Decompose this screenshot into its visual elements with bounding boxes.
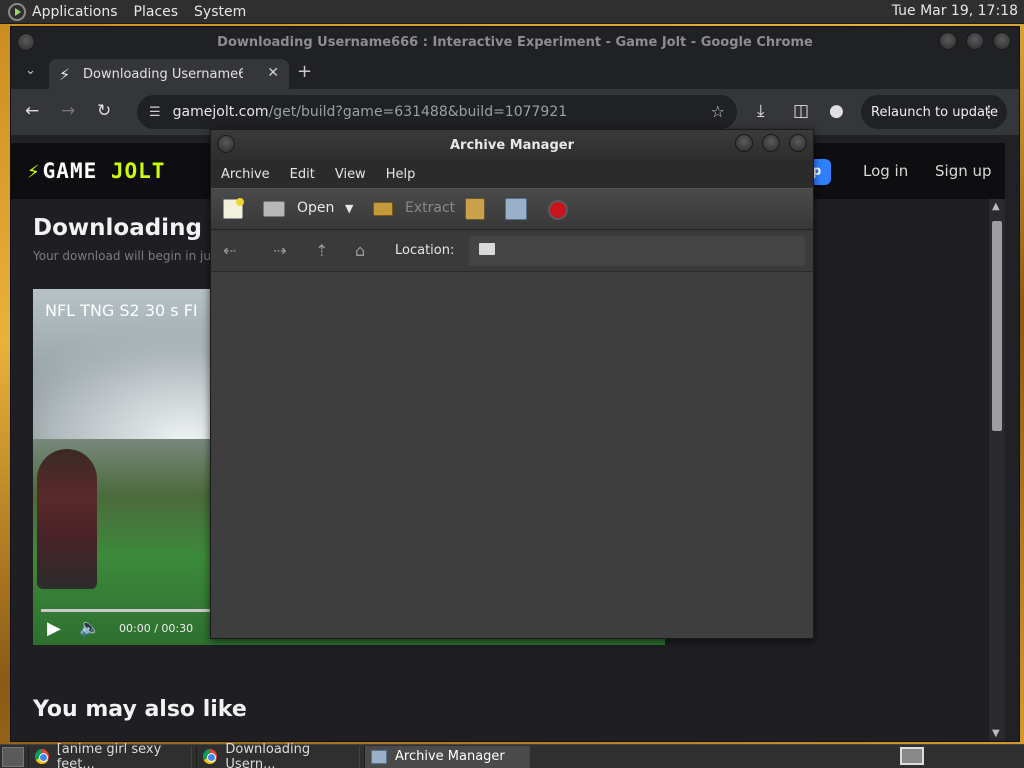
menu-applications[interactable]: Applications xyxy=(32,4,118,20)
archive-back-icon[interactable]: ⇠ xyxy=(223,241,236,260)
task-label: Archive Manager xyxy=(395,749,505,764)
menu-places[interactable]: Places xyxy=(134,4,179,20)
archive-toolbar: Open ▼ Extract xyxy=(211,188,813,230)
url-path: /get/build?game=631488&build=1077921 xyxy=(268,104,568,120)
archive-maximize-icon[interactable] xyxy=(762,134,780,152)
signup-link[interactable]: Sign up xyxy=(935,162,992,180)
panel-clock[interactable]: Tue Mar 19, 17:18 xyxy=(892,3,1018,19)
logo-jolt: JOLT xyxy=(110,159,166,183)
gamejolt-logo[interactable]: ⚡GAME JOLT xyxy=(27,159,165,183)
tab-strip: ⌄ ⚡ Downloading Username666 ✕ + xyxy=(11,57,1019,89)
archive-manager-window: Archive Manager Archive Edit View Help O… xyxy=(210,129,814,639)
chrome-task-icon xyxy=(35,749,49,764)
page-scrollbar[interactable]: ▲ ▼ xyxy=(989,199,1005,741)
chrome-window-title: Downloading Username666 : Interactive Ex… xyxy=(217,34,813,50)
task-label: Downloading Usern... xyxy=(225,741,311,768)
forward-arrow-icon[interactable]: → xyxy=(61,101,75,121)
show-desktop-icon[interactable] xyxy=(2,746,24,767)
video-time: 00:00 / 00:30 xyxy=(119,622,193,635)
url-host: gamejolt.com xyxy=(172,104,269,120)
relaunch-label: Relaunch to update xyxy=(871,104,999,120)
extract-button[interactable]: Extract xyxy=(405,200,455,216)
gamejolt-favicon-icon: ⚡ xyxy=(59,64,71,84)
new-archive-icon[interactable] xyxy=(223,198,244,219)
task-label: [anime girl sexy feet... xyxy=(56,741,162,768)
scroll-down-icon[interactable]: ▼ xyxy=(992,728,1000,739)
scroll-up-icon[interactable]: ▲ xyxy=(992,201,1000,212)
open-archive-icon[interactable] xyxy=(263,201,285,217)
login-link[interactable]: Log in xyxy=(863,162,908,180)
bookmark-star-icon[interactable]: ☆ xyxy=(711,102,725,121)
minimize-icon[interactable] xyxy=(939,32,957,50)
maximize-icon[interactable] xyxy=(966,32,984,50)
archive-menubar: Archive Edit View Help xyxy=(211,160,813,188)
page-subtitle: Your download will begin in jus xyxy=(33,249,218,263)
tab-search-chevron-icon[interactable]: ⌄ xyxy=(25,63,36,78)
archive-home-icon[interactable]: ⌂ xyxy=(355,241,365,260)
scrollbar-thumb[interactable] xyxy=(992,221,1002,431)
task-chrome-downloading[interactable]: Downloading Usern... xyxy=(196,742,360,768)
archive-minimize-icon[interactable] xyxy=(735,134,753,152)
download-icon[interactable]: ⤓ xyxy=(757,101,765,121)
top-panel: Applications Places System Tue Mar 19, 1… xyxy=(0,0,1024,24)
chrome-menu-icon[interactable]: ⋮ xyxy=(981,102,997,121)
stop-icon[interactable] xyxy=(548,200,568,220)
location-folder-icon xyxy=(479,243,495,255)
archive-forward-icon[interactable]: ⇢ xyxy=(273,241,286,260)
archive-window-title: Archive Manager xyxy=(450,137,574,153)
archive-location-bar: ⇠ ⇢ ⇡ ⌂ Location: xyxy=(211,230,813,272)
chrome-task-icon xyxy=(203,749,218,764)
video-time-total: 00:30 xyxy=(161,622,194,635)
video-frame-person xyxy=(37,449,97,589)
bottom-taskbar: [anime girl sexy feet... Downloading Use… xyxy=(0,742,1024,768)
menu-archive[interactable]: Archive xyxy=(221,167,270,182)
workspace-switcher[interactable] xyxy=(900,747,924,765)
menu-system[interactable]: System xyxy=(194,4,246,20)
location-label: Location: xyxy=(395,243,455,258)
play-icon[interactable]: ▶ xyxy=(47,618,61,639)
add-files-icon[interactable] xyxy=(465,198,485,220)
task-chrome-anime[interactable]: [anime girl sexy feet... xyxy=(28,742,192,768)
window-menu-icon[interactable] xyxy=(17,33,35,51)
open-dropdown-icon[interactable]: ▼ xyxy=(345,202,353,215)
profile-icon[interactable]: ● xyxy=(829,101,844,121)
back-arrow-icon[interactable]: ← xyxy=(25,101,39,121)
open-button[interactable]: Open xyxy=(297,200,334,216)
task-archive-manager[interactable]: Archive Manager xyxy=(364,745,530,768)
video-title: NFL TNG S2 30 s FI xyxy=(45,301,198,320)
reload-icon[interactable]: ↻ xyxy=(97,101,111,121)
archive-titlebar[interactable]: Archive Manager xyxy=(211,130,813,160)
you-may-also-like-heading: You may also like xyxy=(33,697,247,722)
video-time-separator: / xyxy=(154,622,158,635)
menu-view[interactable]: View xyxy=(335,167,366,182)
video-time-current: 00:00 xyxy=(119,622,151,635)
archive-task-icon xyxy=(371,749,387,764)
new-tab-plus-icon[interactable]: + xyxy=(297,61,312,82)
site-info-icon[interactable]: ☰ xyxy=(149,105,161,120)
tab-close-icon[interactable]: ✕ xyxy=(267,65,279,81)
archive-close-icon[interactable] xyxy=(789,134,807,152)
chrome-titlebar[interactable]: Downloading Username666 : Interactive Ex… xyxy=(11,27,1019,57)
tab-title: Downloading Username666 xyxy=(83,66,243,82)
volume-icon[interactable]: 🔈 xyxy=(79,618,100,638)
menu-help[interactable]: Help xyxy=(386,167,416,182)
tab-downloading[interactable]: ⚡ Downloading Username666 ✕ xyxy=(49,59,289,89)
close-window-icon[interactable] xyxy=(993,32,1011,50)
archive-window-menu-icon[interactable] xyxy=(217,135,235,153)
distro-logo-icon[interactable] xyxy=(8,2,26,21)
menu-edit[interactable]: Edit xyxy=(290,167,315,182)
add-folder-icon[interactable] xyxy=(505,198,527,220)
archive-up-icon[interactable]: ⇡ xyxy=(315,241,328,260)
relaunch-button[interactable]: Relaunch to update ⋮ xyxy=(861,95,1007,129)
location-field[interactable] xyxy=(469,236,805,266)
address-bar[interactable]: ☰ gamejolt.com /get/build?game=631488&bu… xyxy=(137,95,737,129)
video-progress-bar[interactable] xyxy=(41,609,211,612)
logo-game: GAME xyxy=(42,159,111,183)
side-panel-icon[interactable]: ◫ xyxy=(793,101,809,121)
archive-file-list[interactable] xyxy=(211,272,813,638)
gamejolt-bolt-icon: ⚡ xyxy=(27,159,41,183)
extract-icon[interactable] xyxy=(373,202,393,216)
